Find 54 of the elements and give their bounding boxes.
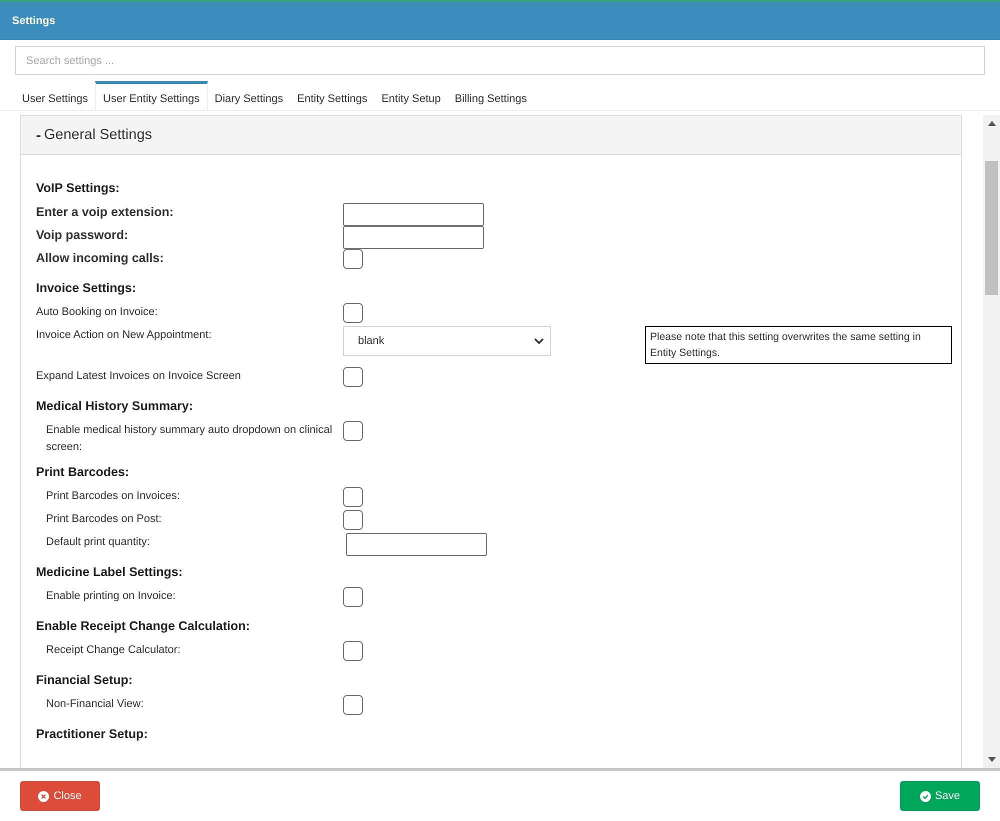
checkbox[interactable]	[343, 421, 363, 441]
checkbox[interactable]	[343, 695, 363, 715]
checkbox[interactable]	[343, 303, 363, 323]
tab[interactable]: Diary Settings	[208, 81, 290, 110]
checkbox[interactable]	[343, 510, 363, 530]
checkbox[interactable]	[343, 367, 363, 387]
setting-label: Expand Latest Invoices on Invoice Screen	[36, 369, 242, 384]
setting-label: Allow incoming calls:	[36, 250, 165, 267]
tab[interactable]: User Entity Settings	[95, 81, 208, 110]
section-heading: Practitioner Setup:	[36, 727, 148, 741]
scroll-up-icon[interactable]	[988, 121, 996, 126]
checkbox[interactable]	[343, 249, 363, 269]
checkbox[interactable]	[343, 487, 363, 507]
setting-label: Invoice Action on New Appointment:	[36, 328, 212, 343]
scrollbar-thumb[interactable]	[985, 161, 998, 295]
section-heading: Medicine Label Settings:	[36, 565, 183, 579]
section-heading: Financial Setup:	[36, 673, 133, 687]
section-heading: Medical History Summary:	[36, 399, 193, 413]
input-field[interactable]	[343, 226, 484, 249]
input-field[interactable]	[346, 533, 487, 556]
search-field[interactable]: Search settings ...	[15, 46, 985, 75]
section-heading: Enable Receipt Change Calculation:	[36, 619, 250, 633]
note-box: Please note that this setting overwrites the same setting in Entity Settings.	[645, 326, 952, 364]
setting-label: Enable printing on Invoice:	[45, 589, 177, 604]
close-button[interactable]: Close	[20, 781, 100, 811]
window-title: Settings	[12, 15, 56, 27]
section-heading: Invoice Settings:	[36, 281, 136, 295]
panel-title: General Settings	[44, 127, 152, 143]
panel-header[interactable]: - General Settings	[21, 116, 962, 155]
check-circle-icon	[920, 790, 931, 802]
tab[interactable]: Billing Settings	[448, 81, 534, 110]
scroll-down-icon[interactable]	[988, 757, 996, 762]
setting-label: Non-Financial View:	[45, 697, 145, 712]
tab[interactable]: Entity Settings	[290, 81, 374, 110]
setting-label: Default print quantity:	[45, 535, 151, 550]
setting-label: Print Barcodes on Invoices:	[45, 489, 181, 504]
setting-label: Enter a voip extension:	[36, 204, 175, 221]
tab[interactable]: User Settings	[15, 81, 96, 110]
input-field[interactable]	[343, 203, 484, 226]
tab[interactable]: Entity Setup	[374, 81, 448, 110]
setting-label: Enable medical history summary auto dropdown on clinical screen:	[45, 423, 334, 455]
setting-label: Print Barcodes on Post:	[45, 512, 163, 527]
setting-label: Receipt Change Calculator:	[45, 643, 182, 658]
dropdown[interactable]: blank	[343, 326, 551, 356]
chevron-down-icon	[534, 338, 544, 344]
close-icon	[38, 790, 50, 802]
checkbox[interactable]	[343, 587, 363, 607]
section-heading: VoIP Settings:	[36, 181, 120, 195]
setting-label: Auto Booking on Invoice:	[36, 305, 159, 320]
setting-label: Voip password:	[36, 227, 130, 244]
scrollbar[interactable]	[983, 115, 1000, 768]
section-heading: Print Barcodes:	[36, 465, 130, 479]
checkbox[interactable]	[343, 641, 363, 661]
collapse-toggle[interactable]: -	[36, 126, 41, 144]
